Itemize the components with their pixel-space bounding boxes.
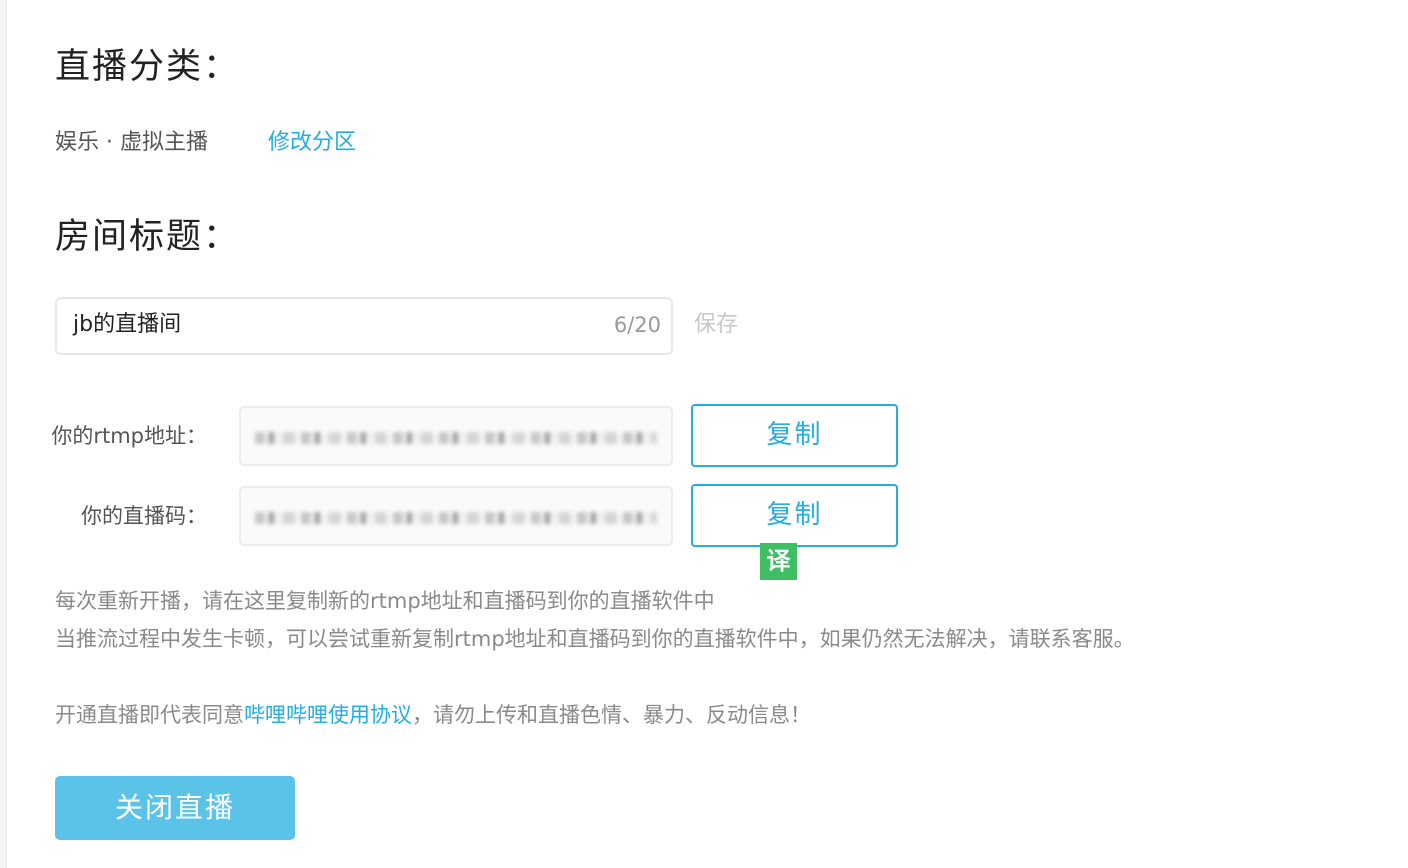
agreement-prefix: 开通直播即代表同意 (55, 703, 244, 727)
stream-key-label: 你的直播码： (81, 504, 207, 528)
room-title-value: jb的直播间 (73, 312, 182, 337)
redacted-stream-key (255, 512, 657, 524)
rtmp-address-field[interactable] (239, 406, 673, 466)
room-title-heading: 房间标题： (55, 217, 241, 257)
room-title-char-counter: 6/20 (613, 313, 661, 337)
category-heading: 直播分类： (55, 47, 241, 87)
redacted-rtmp-address (255, 432, 657, 444)
agreement-link[interactable]: 哔哩哔哩使用协议 (244, 703, 412, 727)
live-settings-panel: 直播分类： 娱乐 · 虚拟主播 修改分区 房间标题： jb的直播间 6/20 保… (6, 0, 1408, 868)
close-live-button[interactable]: 关闭直播 (55, 776, 295, 840)
room-title-input[interactable]: jb的直播间 6/20 (55, 297, 673, 355)
stream-key-field[interactable] (239, 486, 673, 546)
rtmp-address-label: 你的rtmp地址： (51, 424, 207, 448)
note-restart-hint: 每次重新开播，请在这里复制新的rtmp地址和直播码到你的直播软件中 (55, 589, 715, 613)
note-lag-hint: 当推流过程中发生卡顿，可以尝试重新复制rtmp地址和直播码到你的直播软件中，如果… (55, 627, 1135, 651)
current-category: 娱乐 · 虚拟主播 (55, 130, 208, 155)
translate-badge-icon[interactable]: 译 (760, 543, 797, 580)
change-category-link[interactable]: 修改分区 (268, 132, 356, 154)
save-title-button[interactable]: 保存 (694, 314, 738, 336)
copy-rtmp-button[interactable]: 复制 (691, 404, 898, 467)
copy-stream-key-button[interactable]: 复制 (691, 484, 898, 547)
agreement-notice: 开通直播即代表同意哔哩哔哩使用协议，请勿上传和直播色情、暴力、反动信息！ (55, 705, 811, 726)
agreement-suffix: ，请勿上传和直播色情、暴力、反动信息！ (412, 703, 811, 727)
